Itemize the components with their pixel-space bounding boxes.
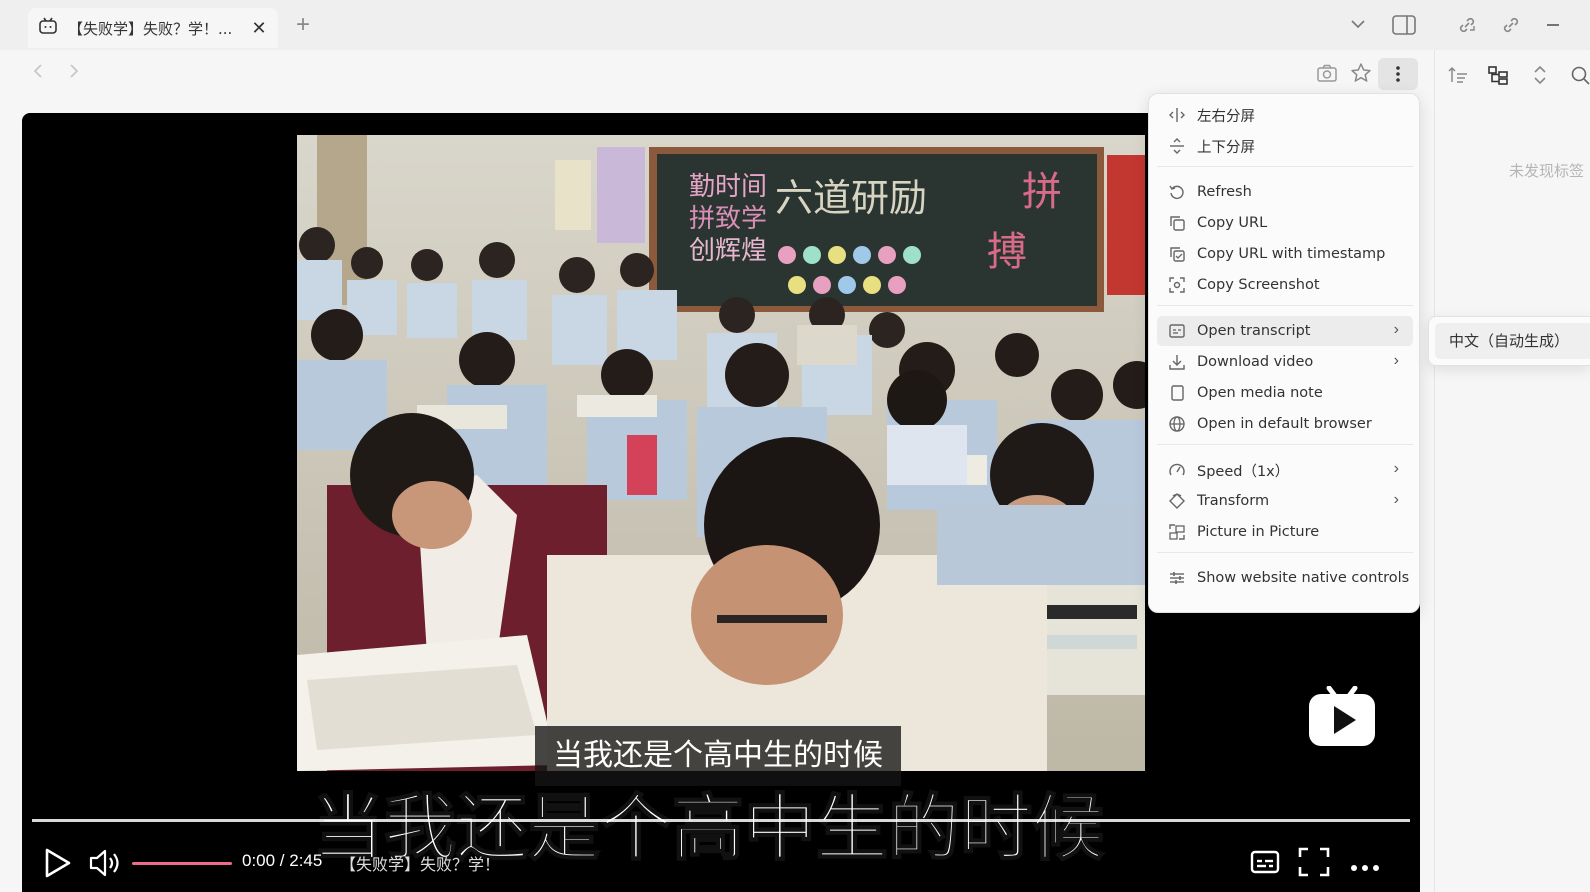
menu-item-copy-url[interactable]: Copy URL (1157, 208, 1413, 238)
new-tab-button[interactable]: + (290, 12, 316, 38)
menu-item-pip[interactable]: Picture in Picture (1157, 517, 1413, 547)
menu-item-native-controls[interactable]: Show website native controls (1157, 563, 1413, 593)
video-frame: 勤时间 拼致学 创辉煌 六道研励 拼 搏 (297, 135, 1145, 771)
more-vertical-icon (1396, 66, 1400, 82)
menu-item-open-media-note[interactable]: Open media note (1157, 378, 1413, 408)
right-panel-header (1434, 0, 1590, 50)
search-icon[interactable] (1569, 64, 1590, 86)
link-import-icon[interactable] (1456, 14, 1478, 36)
menu-separator (1157, 166, 1413, 167)
volume-icon[interactable] (88, 847, 124, 884)
transform-icon (1167, 491, 1187, 511)
arrow-left-icon[interactable] (30, 62, 48, 86)
refresh-icon (1167, 182, 1187, 202)
menu-item-download-video[interactable]: Download video › (1157, 347, 1413, 377)
play-icon[interactable] (44, 847, 72, 884)
bilibili-tv-icon (38, 16, 58, 41)
screenshot-icon (1167, 275, 1187, 295)
menu-separator (1157, 305, 1413, 306)
speed-icon (1167, 460, 1187, 480)
svg-text:勤时间: 勤时间 (689, 172, 767, 202)
chevron-right-icon: › (1393, 352, 1399, 369)
menu-item-copy-screenshot[interactable]: Copy Screenshot (1157, 270, 1413, 300)
video-progress-bar[interactable] (32, 819, 1410, 822)
globe-icon (1167, 414, 1187, 434)
menu-item-copy-url-timestamp[interactable]: Copy URL with timestamp (1157, 239, 1413, 269)
menu-item-transform[interactable]: Transform › (1157, 486, 1413, 516)
sliders-icon (1167, 568, 1187, 588)
more-options-button[interactable] (1378, 58, 1418, 90)
arrow-right-icon[interactable] (64, 62, 82, 86)
svg-text:搏: 搏 (987, 229, 1027, 275)
svg-text:拼致学: 拼致学 (689, 204, 767, 234)
chevron-right-icon: › (1393, 460, 1399, 477)
star-icon[interactable] (1350, 62, 1372, 84)
minimize-icon[interactable] (1542, 14, 1564, 36)
chevron-right-icon: › (1393, 321, 1399, 338)
more-horizontal-icon[interactable] (1350, 859, 1380, 877)
chevron-down-icon[interactable] (1350, 16, 1366, 37)
volume-slider[interactable] (132, 862, 232, 865)
svg-text:创辉煌: 创辉煌 (689, 236, 767, 266)
menu-item-speed[interactable]: Speed（1x） › (1157, 455, 1413, 485)
subtitle-small: 当我还是个高中生的时候 (535, 726, 901, 786)
menu-item-open-browser[interactable]: Open in default browser (1157, 409, 1413, 439)
tab-bar: 【失败学】失败？学！... ✕ + (0, 0, 1434, 50)
pip-icon (1167, 522, 1187, 542)
context-menu: 左右分屏 上下分屏 Refresh Copy URL Copy URL with… (1148, 93, 1420, 613)
hierarchy-icon[interactable] (1487, 64, 1509, 86)
tab-title: 【失败学】失败？学！... (68, 19, 233, 38)
tab-active[interactable]: 【失败学】失败？学！... ✕ (28, 8, 278, 48)
menu-item-refresh[interactable]: Refresh (1157, 177, 1413, 207)
video-title-overlay: 【失败学】失败？学！ (340, 855, 501, 874)
submenu-item-chinese-auto[interactable]: 中文（自动生成） (1435, 323, 1590, 359)
right-panel: 未发现标签 (1434, 50, 1590, 892)
svg-text:拼: 拼 (1022, 169, 1062, 215)
copy-icon (1167, 213, 1187, 233)
camera-icon[interactable] (1316, 62, 1338, 84)
note-icon (1167, 383, 1187, 403)
download-icon (1167, 352, 1187, 372)
split-horizontal-icon (1167, 105, 1187, 125)
close-icon[interactable]: ✕ (250, 18, 268, 39)
menu-item-open-transcript[interactable]: Open transcript › (1157, 316, 1413, 346)
video-controls: 0:00 / 2:45 【失败学】失败？学！ (22, 823, 1420, 892)
menu-separator (1157, 552, 1413, 553)
chevron-right-icon: › (1393, 491, 1399, 508)
subtitles-icon[interactable] (1250, 849, 1280, 880)
bilibili-logo-icon (1307, 685, 1377, 748)
menu-item-split-horizontal[interactable]: 左右分屏 (1157, 100, 1413, 130)
expand-collapse-icon[interactable] (1529, 64, 1551, 86)
sidebar-toggle-icon[interactable] (1392, 15, 1416, 40)
video-time: 0:00 / 2:45 (242, 851, 323, 870)
copy-timestamp-icon (1167, 244, 1187, 264)
menu-item-split-vertical[interactable]: 上下分屏 (1157, 131, 1413, 161)
transcript-icon (1167, 321, 1187, 341)
link-icon[interactable] (1500, 14, 1522, 36)
split-vertical-icon (1167, 136, 1187, 156)
sort-icon[interactable] (1447, 64, 1469, 86)
menu-separator (1157, 444, 1413, 445)
fullscreen-icon[interactable] (1298, 847, 1330, 882)
transcript-submenu: 中文（自动生成） (1428, 316, 1590, 366)
app-window: 【失败学】失败？学！... ✕ + 未发现标签 勤时间 拼致学 创辉煌 六道研励… (0, 0, 1590, 892)
no-tags-text: 未发现标签 (1509, 162, 1585, 180)
svg-text:六道研励: 六道研励 (775, 176, 927, 220)
